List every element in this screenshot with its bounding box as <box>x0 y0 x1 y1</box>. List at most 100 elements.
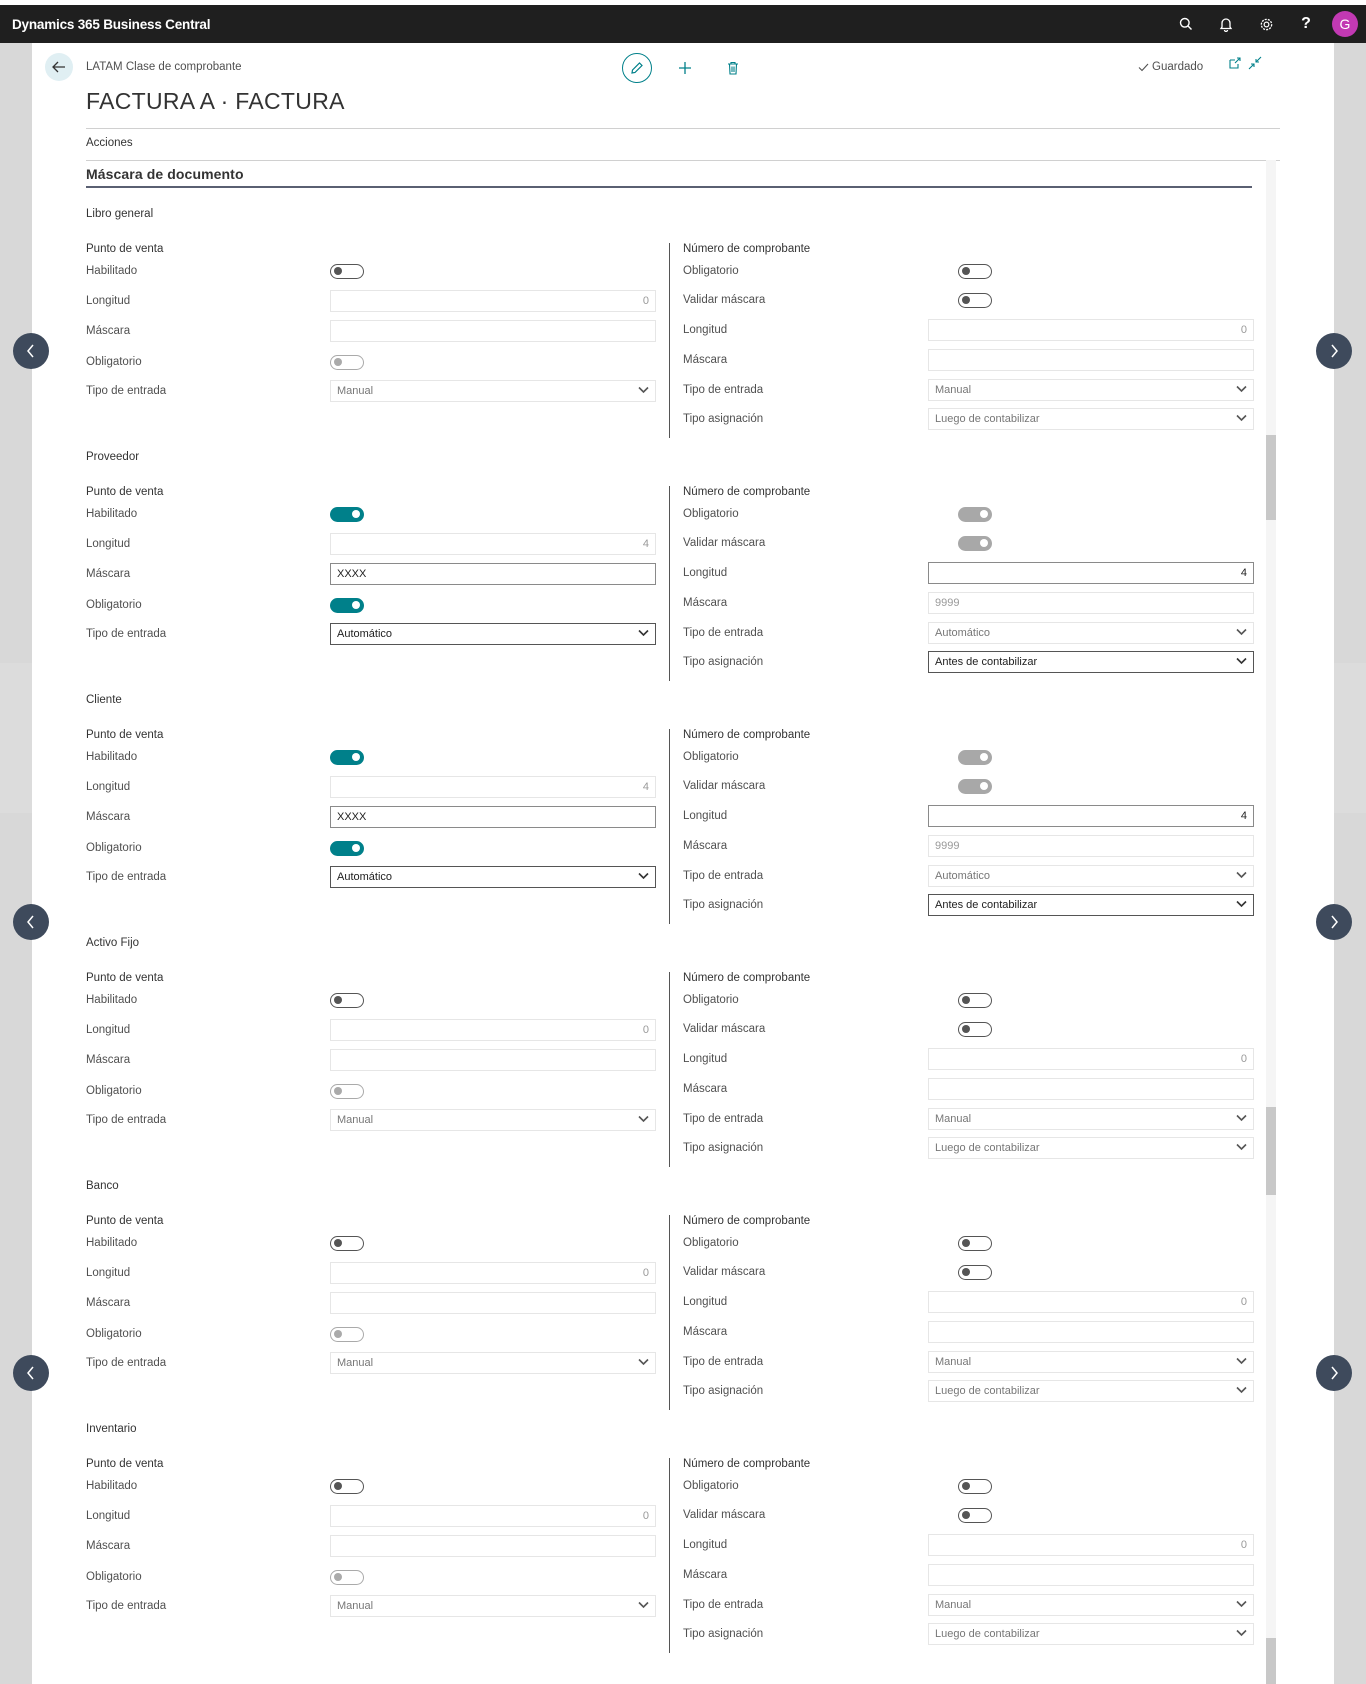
obligatorio-toggle[interactable] <box>958 993 992 1008</box>
tipo-asignacion-select[interactable]: Antes de contabilizar <box>928 651 1254 673</box>
obligatorio-toggle[interactable] <box>958 264 992 279</box>
tipo-asignacion-select[interactable]: Luego de contabilizar <box>928 408 1254 430</box>
checkmark-icon <box>1138 63 1149 71</box>
scrollbar[interactable] <box>1266 160 1276 1684</box>
obligatorio-toggle[interactable] <box>330 598 364 613</box>
habilitado-toggle[interactable] <box>330 993 364 1008</box>
obligatorio-toggle[interactable] <box>330 1084 364 1099</box>
search-icon[interactable] <box>1166 5 1206 43</box>
validar-mascara-toggle[interactable] <box>958 293 992 308</box>
obligatorio-toggle[interactable] <box>958 1479 992 1494</box>
section-title[interactable]: Máscara de documento <box>86 166 244 182</box>
obligatorio-toggle[interactable] <box>330 1570 364 1585</box>
tipo-asignacion-select[interactable]: Luego de contabilizar <box>928 1137 1254 1159</box>
tipo-entrada-select[interactable]: Manual <box>928 379 1254 401</box>
scroll-thumb[interactable] <box>1266 1638 1276 1684</box>
habilitado-label: Habilitado <box>86 1237 138 1249</box>
new-button[interactable] <box>670 53 700 83</box>
scroll-thumb[interactable] <box>1266 435 1276 520</box>
next-arrow-button[interactable] <box>1316 333 1352 369</box>
tipo-entrada-select[interactable]: Manual <box>928 1108 1254 1130</box>
longitud-field[interactable]: 0 <box>928 319 1254 341</box>
longitud-field[interactable]: 4 <box>330 533 656 555</box>
obligatorio-toggle[interactable] <box>330 355 364 370</box>
obligatorio-toggle[interactable] <box>330 1327 364 1342</box>
bell-icon[interactable] <box>1206 5 1246 43</box>
longitud-label: Longitud <box>683 1053 728 1065</box>
longitud-field[interactable]: 0 <box>928 1534 1254 1556</box>
edit-button[interactable] <box>622 53 652 83</box>
longitud-field[interactable]: 0 <box>928 1048 1254 1070</box>
tipo-entrada-select[interactable]: Automático <box>928 865 1254 887</box>
longitud-field[interactable]: 0 <box>330 1262 656 1284</box>
mascara-field[interactable]: 9999 <box>928 835 1254 857</box>
chevron-down-icon <box>1236 1142 1247 1154</box>
chevron-right-icon <box>1331 344 1338 358</box>
tipo-entrada-select[interactable]: Manual <box>928 1351 1254 1373</box>
prev-arrow-button[interactable] <box>13 1355 49 1391</box>
validar-mascara-toggle[interactable] <box>958 779 992 794</box>
help-icon[interactable]: ? <box>1286 5 1326 43</box>
obligatorio-toggle[interactable] <box>958 750 992 765</box>
validar-mascara-toggle[interactable] <box>958 1022 992 1037</box>
collapse-icon[interactable] <box>1248 56 1262 75</box>
tipo-asignacion-label: Tipo asignación <box>683 656 764 668</box>
avatar[interactable]: G <box>1332 11 1358 37</box>
longitud-field[interactable]: 0 <box>928 1291 1254 1313</box>
actions-menu[interactable]: Acciones <box>86 137 133 149</box>
mascara-field[interactable] <box>928 1564 1254 1586</box>
open-in-new-window-icon[interactable] <box>1228 56 1242 75</box>
app-title[interactable]: Dynamics 365 Business Central <box>12 17 210 32</box>
mascara-field[interactable] <box>330 1049 656 1071</box>
mascara-field[interactable]: 9999 <box>928 592 1254 614</box>
next-arrow-button[interactable] <box>1316 1355 1352 1391</box>
tipo-asignacion-select[interactable]: Luego de contabilizar <box>928 1380 1254 1402</box>
longitud-field[interactable]: 0 <box>330 1505 656 1527</box>
habilitado-toggle[interactable] <box>330 1236 364 1251</box>
tipo-asignacion-select[interactable]: Luego de contabilizar <box>928 1623 1254 1645</box>
tipo-entrada-select[interactable]: Automático <box>330 866 656 888</box>
next-arrow-button[interactable] <box>1316 904 1352 940</box>
mascara-label: Máscara <box>86 811 131 823</box>
validar-mascara-toggle[interactable] <box>958 1265 992 1280</box>
mascara-field[interactable] <box>330 1292 656 1314</box>
tipo-entrada-select[interactable]: Manual <box>330 1352 656 1374</box>
prev-arrow-button[interactable] <box>13 904 49 940</box>
obligatorio-toggle[interactable] <box>958 1236 992 1251</box>
tipo-entrada-select[interactable]: Automático <box>330 623 656 645</box>
tipo-entrada-select[interactable]: Manual <box>330 380 656 402</box>
tipo-entrada-select[interactable]: Automático <box>928 622 1254 644</box>
habilitado-toggle[interactable] <box>330 1479 364 1494</box>
mascara-field[interactable] <box>928 349 1254 371</box>
longitud-field[interactable]: 4 <box>330 776 656 798</box>
longitud-field[interactable]: 0 <box>330 290 656 312</box>
obligatorio-toggle[interactable] <box>958 507 992 522</box>
mascara-field[interactable] <box>330 320 656 342</box>
numero-comprobante-header: Número de comprobante <box>683 1215 811 1227</box>
tipo-entrada-value: Automático <box>337 871 393 883</box>
chevron-down-icon <box>1236 413 1247 425</box>
back-button[interactable] <box>45 53 73 81</box>
habilitado-toggle[interactable] <box>330 750 364 765</box>
mascara-field[interactable]: XXXX <box>330 563 656 585</box>
mascara-field[interactable] <box>928 1078 1254 1100</box>
obligatorio-toggle[interactable] <box>330 841 364 856</box>
tipo-entrada-select[interactable]: Manual <box>330 1109 656 1131</box>
tipo-asignacion-select[interactable]: Antes de contabilizar <box>928 894 1254 916</box>
prev-arrow-button[interactable] <box>13 333 49 369</box>
mascara-field[interactable] <box>330 1535 656 1557</box>
validar-mascara-toggle[interactable] <box>958 1508 992 1523</box>
longitud-field[interactable]: 4 <box>928 805 1254 827</box>
scroll-thumb[interactable] <box>1266 1107 1276 1195</box>
tipo-entrada-select[interactable]: Manual <box>330 1595 656 1617</box>
validar-mascara-toggle[interactable] <box>958 536 992 551</box>
longitud-field[interactable]: 0 <box>330 1019 656 1041</box>
longitud-field[interactable]: 4 <box>928 562 1254 584</box>
mascara-field[interactable]: XXXX <box>330 806 656 828</box>
tipo-entrada-select[interactable]: Manual <box>928 1594 1254 1616</box>
delete-button[interactable] <box>718 53 748 83</box>
gear-icon[interactable] <box>1246 5 1286 43</box>
mascara-field[interactable] <box>928 1321 1254 1343</box>
habilitado-toggle[interactable] <box>330 507 364 522</box>
habilitado-toggle[interactable] <box>330 264 364 279</box>
